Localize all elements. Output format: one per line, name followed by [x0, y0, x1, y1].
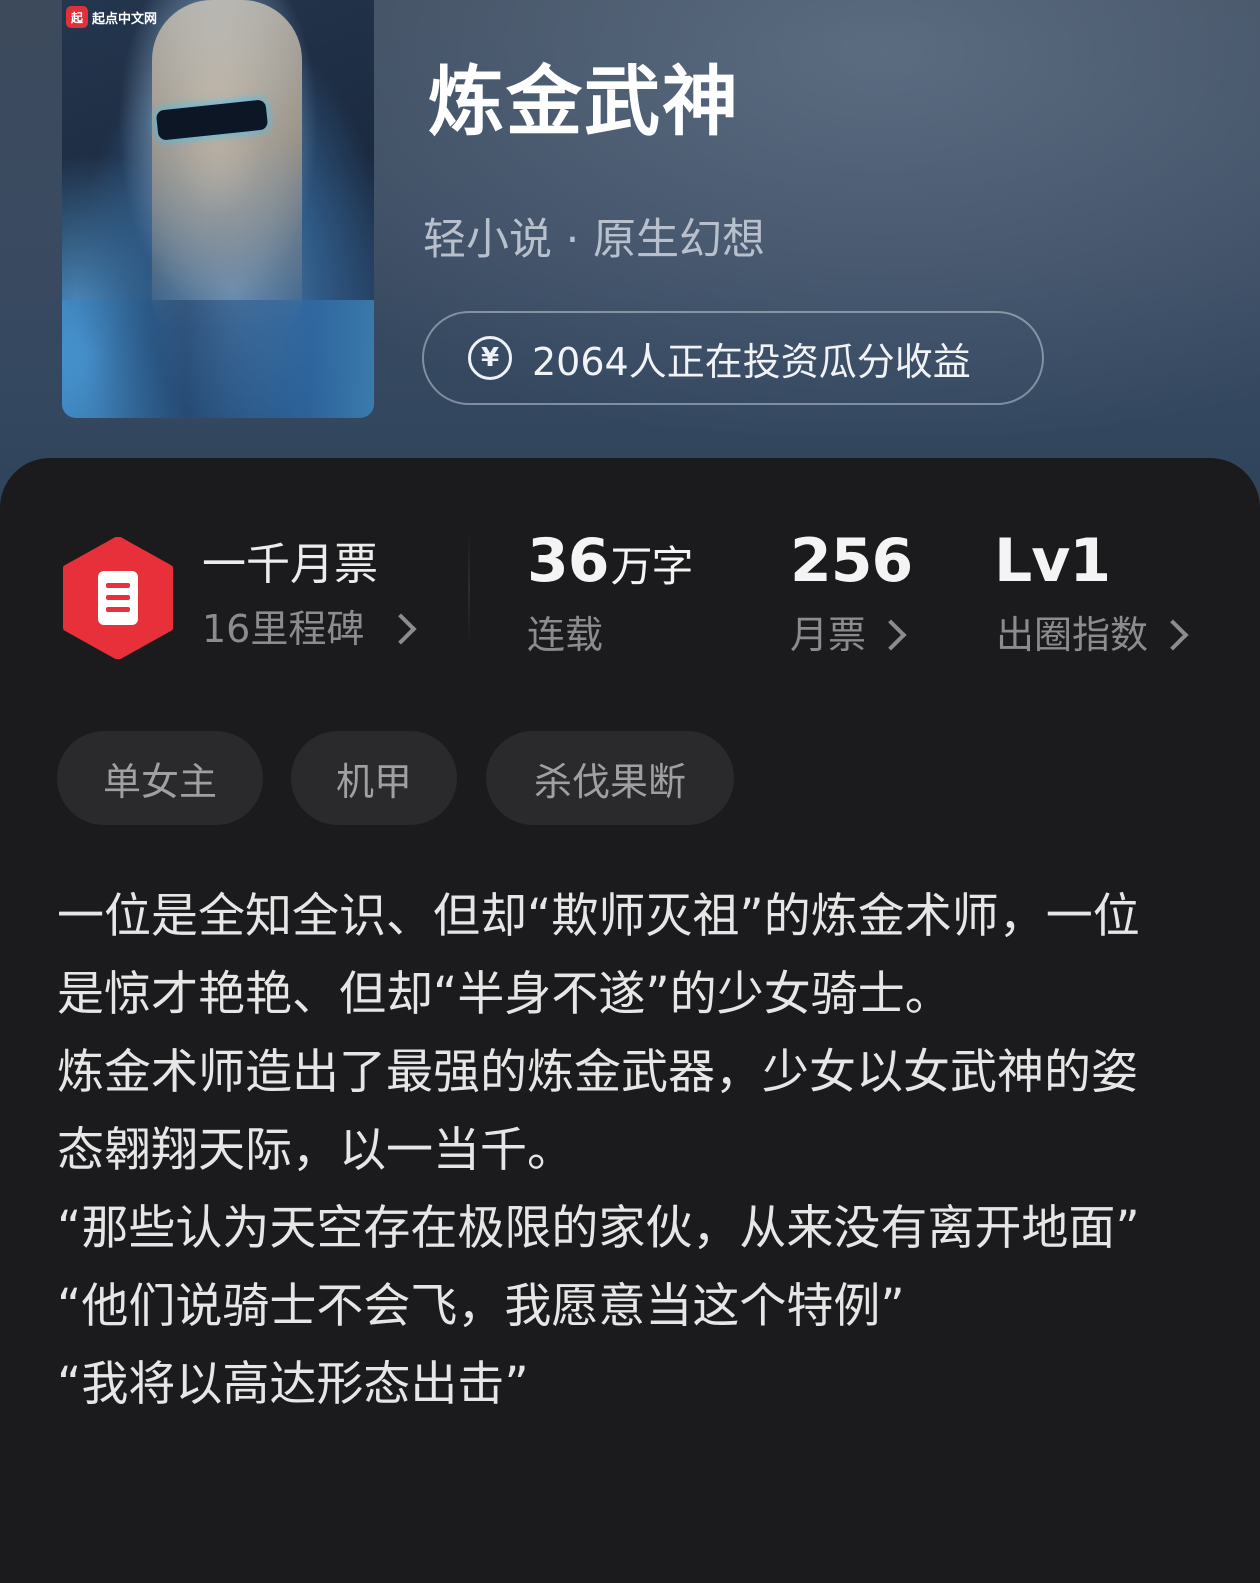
description-paragraph: 炼金术师造出了最强的炼金武器，少女以女武神的姿态翱翔天际，以一当千。 — [57, 1045, 1138, 1178]
serial-status: 连载 — [527, 608, 603, 662]
chevron-right-icon — [385, 613, 417, 645]
milestone-badge-icon[interactable] — [62, 537, 174, 659]
monthly-tickets-link[interactable]: 月票 — [790, 608, 907, 662]
description-paragraph: “他们说骑士不会飞，我愿意当这个特例” — [57, 1279, 905, 1334]
yen-coin-icon: ¥ — [468, 336, 512, 380]
chevron-right-icon — [1157, 619, 1189, 651]
monthly-tickets-value[interactable]: 256 — [790, 522, 913, 600]
milestone-sub: 16里程碑 — [202, 607, 365, 651]
book-header: 起 起点中文网 炼金武神 轻小说 · 原生幻想 ¥ 2064人正在投资瓜分收益 — [0, 0, 1260, 520]
invest-text: 2064人正在投资瓜分收益 — [532, 339, 971, 384]
popularity-level-value[interactable]: Lv1 — [994, 522, 1111, 600]
cover-logo: 起 起点中文网 — [64, 4, 163, 30]
invest-button[interactable]: ¥ 2064人正在投资瓜分收益 — [422, 311, 1044, 405]
book-cover[interactable]: 起 起点中文网 — [62, 0, 374, 418]
book-title: 炼金武神 — [428, 57, 740, 146]
word-count: 36万字 — [527, 522, 694, 606]
word-count-value: 36 — [527, 526, 609, 596]
description-paragraph: “那些认为天空存在极限的家伙，从来没有离开地面” — [57, 1201, 1140, 1256]
milestone-link[interactable]: 16里程碑 — [202, 602, 417, 656]
description-paragraph: 一位是全知全识、但却“欺师灭祖”的炼金术师，一位是惊才艳艳、但却“半身不遂”的少… — [57, 889, 1140, 1022]
cover-art-hair — [152, 0, 302, 330]
book-category[interactable]: 轻小说 · 原生幻想 — [423, 210, 765, 270]
stats-divider — [468, 528, 470, 648]
monthly-tickets-label: 月票 — [790, 613, 867, 657]
cover-logo-text: 起点中文网 — [92, 11, 158, 27]
chevron-right-icon — [875, 619, 907, 651]
tag-chip[interactable]: 单女主 — [57, 731, 263, 825]
word-count-unit: 万字 — [610, 542, 694, 591]
qidian-logo-icon: 起 — [66, 6, 88, 28]
serial-status-label: 连载 — [527, 613, 604, 657]
tag-chip[interactable]: 杀伐果断 — [486, 731, 734, 825]
milestone-title[interactable]: 一千月票 — [202, 535, 378, 595]
book-description[interactable]: 一位是全知全识、但却“欺师灭祖”的炼金术师，一位是惊才艳艳、但却“半身不遂”的少… — [57, 878, 1177, 1424]
cover-art-glow — [62, 300, 374, 418]
tag-chip[interactable]: 机甲 — [291, 731, 457, 825]
popularity-index-link[interactable]: 出圈指数 — [996, 608, 1189, 662]
popularity-index-label: 出圈指数 — [996, 613, 1149, 657]
description-paragraph: “我将以高达形态出击” — [57, 1357, 529, 1412]
